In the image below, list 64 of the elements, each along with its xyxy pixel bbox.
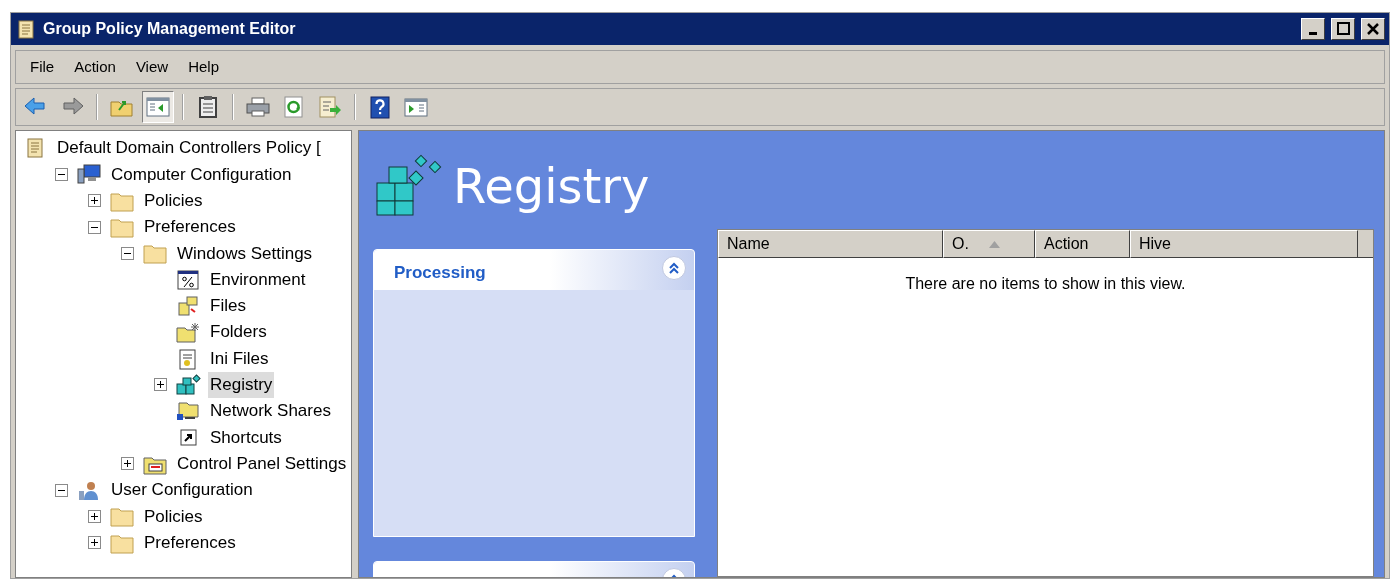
expand-toggle[interactable] [121, 457, 134, 471]
tree-item[interactable]: Environment [208, 266, 308, 293]
folder-sparkle-icon [175, 321, 201, 344]
page-heading: Registry [453, 157, 650, 216]
close-icon [1365, 21, 1381, 37]
tree-item[interactable]: Policies [142, 503, 205, 530]
plus-icon [156, 380, 165, 390]
double-chevron-up-icon [668, 262, 680, 274]
collapse-toggle[interactable] [55, 167, 68, 181]
minimize-icon [1309, 32, 1317, 35]
folder-icon [109, 216, 135, 239]
tree-item[interactable]: Preferences [142, 529, 238, 556]
collapse-toggle[interactable] [121, 246, 134, 260]
menu-item[interactable]: View [127, 53, 177, 81]
minimize-button[interactable] [1301, 18, 1325, 40]
tree-pane-button[interactable] [142, 91, 174, 123]
plus-icon [90, 196, 99, 206]
panel-title: Processing [394, 262, 486, 284]
collapse-toggle[interactable] [55, 483, 68, 497]
tree-item[interactable]: Policies [142, 188, 205, 214]
tree-item[interactable]: Network Shares [208, 398, 333, 424]
close-button[interactable] [1361, 18, 1385, 40]
maximize-icon [1335, 21, 1351, 37]
column-header[interactable]: Name [718, 230, 943, 258]
cube-blocks-icon [175, 373, 201, 396]
menu-item[interactable]: Help [180, 53, 227, 81]
tree-item[interactable]: Registry [208, 372, 275, 398]
tree-item[interactable]: Files [208, 293, 248, 319]
collapse-toggle[interactable] [88, 220, 101, 234]
tree-item[interactable]: Preferences [142, 214, 238, 240]
scroll-icon [15, 18, 37, 40]
menu-item[interactable]: Action [66, 53, 124, 81]
tree-item[interactable]: Folders [208, 319, 269, 345]
expand-toggle[interactable] [154, 378, 167, 392]
printer-icon [244, 94, 272, 120]
plus-icon [90, 538, 99, 548]
export-list-icon [316, 94, 344, 120]
column-header[interactable]: O. [943, 230, 1035, 258]
maximize-button[interactable] [1331, 18, 1355, 40]
window-percent-icon [175, 268, 201, 291]
folder-icon [142, 242, 168, 265]
tree-item[interactable]: Shortcuts [208, 424, 284, 451]
tree-pane-icon [144, 94, 172, 120]
tree-item[interactable]: Windows Settings [175, 240, 315, 267]
collapse-button[interactable] [662, 256, 686, 280]
tree-item[interactable]: Computer Configuration [109, 161, 294, 188]
empty-message: There are no items to show in this view. [904, 274, 1187, 294]
plus-icon [123, 459, 132, 469]
column-header[interactable]: Action [1035, 230, 1130, 258]
computer-icon [76, 163, 102, 186]
tree-item[interactable]: Control Panel Settings [175, 450, 349, 477]
plus-icon [90, 511, 99, 521]
column-header[interactable]: Hive [1130, 230, 1358, 258]
tree-item[interactable]: Ini Files [208, 345, 271, 372]
tree-item[interactable]: User Configuration [109, 477, 255, 503]
network-folder-icon [175, 400, 201, 423]
expand-toggle[interactable] [88, 536, 101, 550]
documents-icon [175, 294, 201, 317]
menu-item[interactable]: File [22, 53, 63, 81]
expand-toggle[interactable] [88, 194, 101, 208]
window-title: Group Policy Management Editor [43, 19, 297, 39]
folder-icon [109, 505, 135, 528]
expand-toggle[interactable] [88, 509, 101, 523]
tree-item[interactable]: Default Domain Controllers Policy [ [55, 135, 323, 161]
